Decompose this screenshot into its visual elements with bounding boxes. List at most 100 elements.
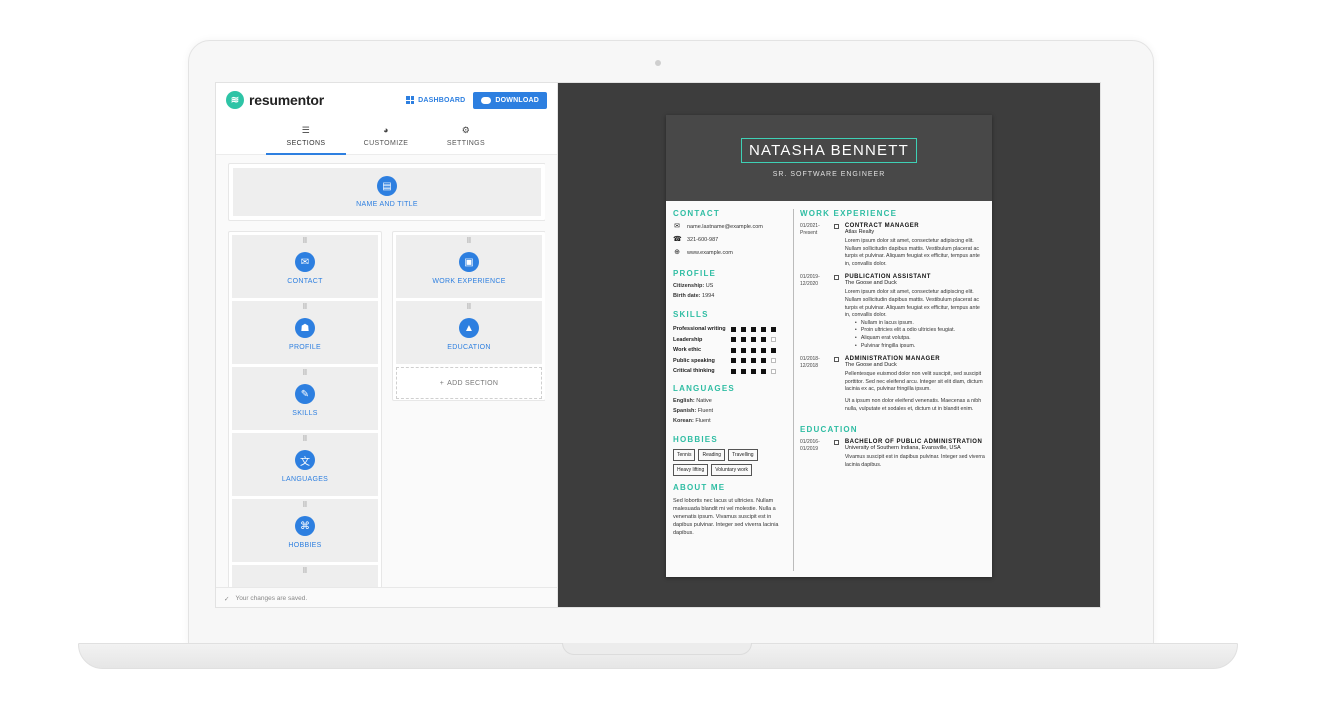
skill-name: Leadership (673, 336, 703, 343)
left-column: ⠿ ✉ CONTACT ⠿ ☗ PROFILE ⠿ ✎ SKILLS ⠿ 文 L… (228, 231, 382, 587)
skill-dot (761, 326, 766, 332)
download-label: DOWNLOAD (495, 96, 539, 104)
resume-left-column: CONTACT ✉ name.lastname@example.com ☎ 321-… (673, 209, 791, 537)
skill-row: Work ethic (673, 345, 791, 356)
job-bullet: Pulvinar fringilla ipsum. (845, 343, 986, 351)
language-item: English: Native (673, 397, 712, 404)
hobby-tag: Tennis (673, 448, 696, 461)
heading-skills: SKILLS (673, 310, 709, 319)
tab-sections[interactable]: ☰ SECTIONS (266, 117, 346, 155)
timeline-marker (834, 357, 839, 363)
drag-handle-icon[interactable]: ⠿ (302, 304, 307, 312)
tab-label: SETTINGS (446, 139, 486, 147)
section-contact[interactable]: ⠿ ✉ CONTACT (232, 235, 378, 298)
phone-text: 321-600-987 (687, 237, 719, 243)
drag-handle-icon[interactable]: ⠿ (466, 238, 471, 246)
drag-handle-icon[interactable]: ⠿ (302, 568, 307, 576)
section-hobbies[interactable]: ⠿ ⌘ HOBBIES (232, 499, 378, 562)
work-item: 01/2019- 12/2020 PUBLICATION ASSISTANT Th… (800, 274, 986, 350)
drag-handle-icon[interactable]: ⠿ (466, 304, 471, 312)
skill-name: Public speaking (673, 357, 715, 364)
section-label: WORK EXPERIENCE (432, 278, 506, 285)
top-bar: ≋ resumentor DASHBOARD DOWNLOAD (216, 83, 557, 117)
skill-dot (741, 368, 746, 374)
dashboard-button[interactable]: DASHBOARD (406, 96, 465, 104)
sections-area: ▤ NAME AND TITLE ⠿ ✉ CONTACT ⠿ ☗ PROFILE… (228, 163, 545, 587)
editor-panel: ≋ resumentor DASHBOARD DOWNLOAD ☰ SECTIO… (216, 83, 558, 607)
heading-about: ABOUT ME (673, 482, 726, 492)
heading-languages: LANGUAGES (673, 383, 735, 393)
section-partial[interactable]: ⠿ (232, 565, 378, 587)
skill-dot (741, 358, 746, 364)
drag-handle-icon[interactable]: ⠿ (302, 238, 307, 246)
hobby-tag: Heavy lifting (673, 463, 709, 476)
download-button[interactable]: DOWNLOAD (473, 91, 547, 109)
section-label: NAME AND TITLE (356, 201, 418, 208)
heading-work-experience: WORK EXPERIENCE (800, 209, 898, 218)
job-company: Atlas Realty (844, 229, 875, 235)
profile-citizenship: Citizenship: US (673, 283, 714, 289)
plus-icon: + (439, 379, 445, 387)
add-section-button[interactable]: + ADD SECTION (396, 367, 542, 399)
drag-handle-icon[interactable]: ⠿ (302, 436, 307, 444)
skill-row: Critical thinking (673, 366, 791, 377)
section-label: PROFILE (288, 344, 322, 351)
language-item: Korean: Fluent (673, 417, 711, 424)
skill-dot (771, 347, 776, 353)
job-description: Pellentesque euismod dolor non velit sus… (844, 371, 983, 393)
heading-profile: PROFILE (673, 269, 717, 278)
tab-customize[interactable]: ◕ CUSTOMIZE (346, 117, 426, 154)
skill-dot (731, 326, 736, 332)
contact-web: ⊕ www.example.com (673, 249, 791, 257)
skill-dot (731, 358, 736, 364)
skill-dot (761, 368, 766, 374)
resume-body: CONTACT ✉ name.lastname@example.com ☎ 321-… (666, 201, 992, 577)
hobby-tag: Travelling (728, 448, 758, 461)
heading-hobbies: HOBBIES (673, 434, 718, 444)
resume-right-column: WORK EXPERIENCE 01/2021- Present CONTRACT… (800, 209, 986, 475)
profile-birth: Birth date: 1994 (673, 293, 715, 299)
work-item: 01/2021- Present CONTRACT MANAGER Atlas R… (800, 223, 986, 268)
job-bullet: Proin ultricies elit a odio ultricies fe… (845, 327, 986, 335)
education-item: 01/2016- 01/2019 BACHELOR OF PUBLIC ADMIN… (800, 439, 985, 468)
education-description: Vivamus suscipit est in dapibus pulvinar… (844, 454, 985, 468)
palette-icon: ◕ (383, 124, 389, 135)
section-education[interactable]: ⠿ ▲ EDUCATION (396, 301, 542, 364)
camera (655, 60, 661, 66)
check-icon: ✓ (224, 595, 230, 603)
logo[interactable]: ≋ resumentor (226, 91, 324, 109)
cloud-download-icon (481, 96, 492, 104)
resume-page[interactable]: NATASHA BENNETT SR. SOFTWARE ENGINEER CO… (666, 115, 992, 577)
drag-handle-icon[interactable]: ⠿ (302, 370, 307, 378)
work-item: 01/2018- 12/2018 ADMINISTRATION MANAGER T… (800, 356, 986, 413)
language-item: Spanish: Fluent (673, 407, 714, 414)
logo-icon: ≋ (226, 91, 244, 109)
section-languages[interactable]: ⠿ 文 LANGUAGES (232, 433, 378, 496)
section-profile[interactable]: ⠿ ☗ PROFILE (232, 301, 378, 364)
dashboard-icon (406, 96, 415, 104)
skill-name: Professional writing (673, 326, 726, 333)
tab-label: CUSTOMIZE (363, 139, 409, 147)
id-card-icon: ▤ (377, 176, 397, 196)
job-company: The Goose and Duck (844, 362, 897, 369)
web-text: www.example.com (687, 250, 733, 256)
resume-name: NATASHA BENNETT (741, 138, 917, 163)
skill-dot (771, 337, 776, 343)
skill-dot (741, 337, 746, 343)
section-name-and-title[interactable]: ▤ NAME AND TITLE (228, 163, 545, 221)
skill-dot (771, 326, 776, 332)
skill-name: Critical thinking (673, 368, 715, 375)
contact-email: ✉ name.lastname@example.com (673, 223, 791, 231)
timeline-marker (834, 275, 839, 281)
wrench-icon: ✎ (295, 384, 315, 404)
skill-dot (751, 347, 756, 353)
tab-settings[interactable]: ⚙ SETTINGS (426, 117, 506, 154)
tab-bar: ☰ SECTIONS ◕ CUSTOMIZE ⚙ SETTINGS (216, 117, 557, 155)
drag-handle-icon[interactable]: ⠿ (302, 502, 307, 510)
section-skills[interactable]: ⠿ ✎ SKILLS (232, 367, 378, 430)
section-work-experience[interactable]: ⠿ ▣ WORK EXPERIENCE (396, 235, 542, 298)
dashboard-label: DASHBOARD (418, 96, 466, 104)
laptop-notch (562, 643, 752, 655)
briefcase-icon: ▣ (459, 252, 479, 272)
section-label: HOBBIES (288, 542, 322, 549)
